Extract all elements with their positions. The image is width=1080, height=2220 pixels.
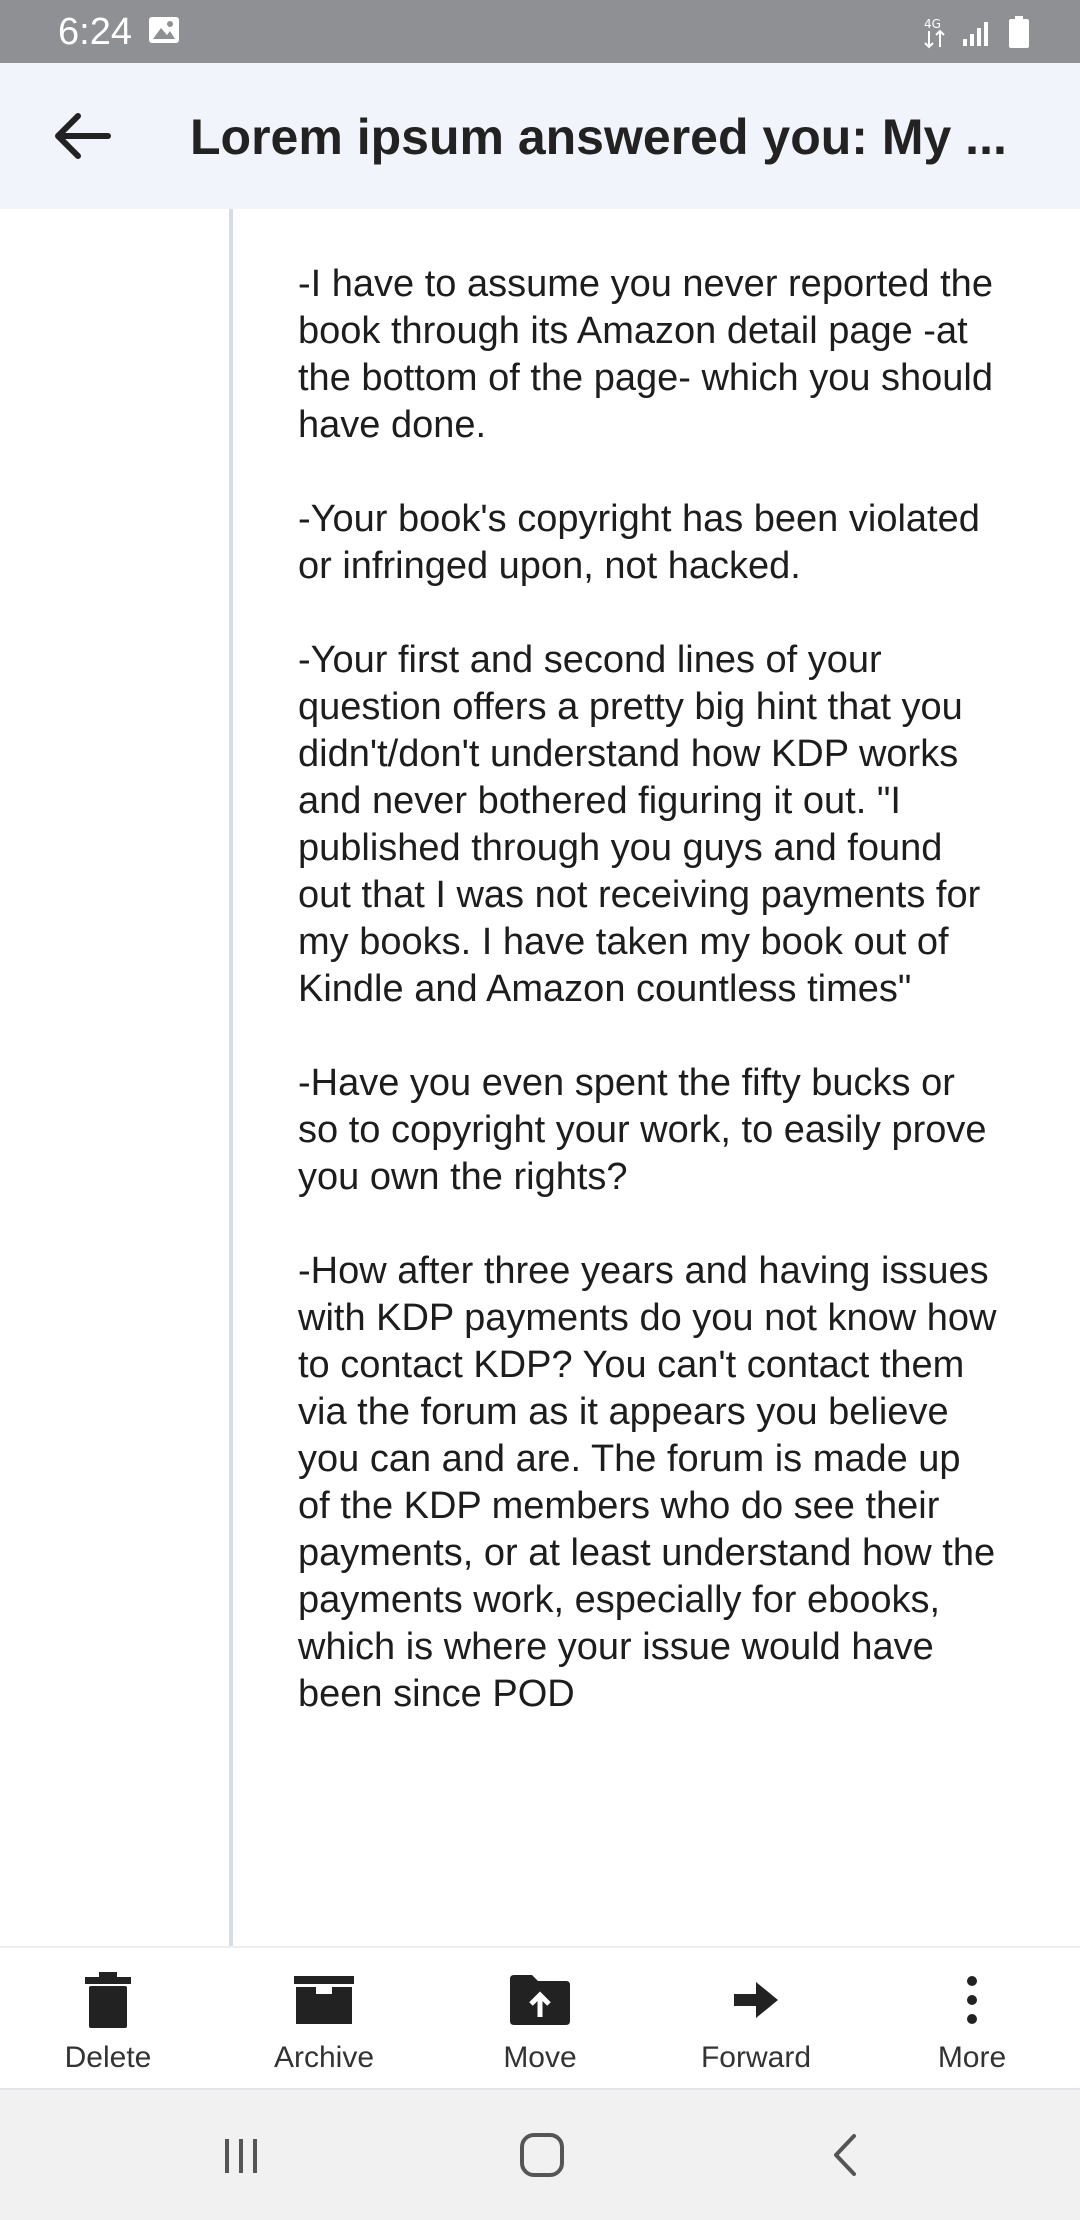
paragraph: -Have you even spent the fifty bucks or …	[298, 1062, 998, 1198]
forward-button[interactable]: Forward	[648, 1948, 864, 2092]
svg-text:4G: 4G	[924, 17, 941, 31]
data-arrows-icon: 4G	[924, 17, 945, 49]
signal-icon	[963, 22, 988, 46]
more-button[interactable]: More	[864, 1948, 1080, 2092]
paragraph: -Your book's copyright has been violated…	[298, 498, 991, 587]
archive-button[interactable]: Archive	[216, 1948, 432, 2092]
back-icon	[834, 2134, 856, 2176]
paragraph: -Your first and second lines of your que…	[298, 639, 991, 1010]
home-icon	[520, 2133, 564, 2177]
message-title: Lorem ipsum answered you: My ...	[190, 109, 1007, 165]
archive-icon	[294, 1976, 354, 2024]
gallery-icon	[149, 17, 179, 43]
trash-icon	[85, 1972, 131, 2028]
system-nav-bar	[0, 2090, 1080, 2220]
move-button[interactable]: Move	[432, 1948, 648, 2092]
back-arrow-icon	[55, 113, 111, 159]
move-label: Move	[503, 2041, 577, 2074]
quoted-text: -I have to assume you never reported the…	[298, 261, 998, 1765]
delete-label: Delete	[64, 2041, 152, 2074]
recents-button[interactable]	[196, 2120, 286, 2190]
paragraph: -I have to assume you never reported the…	[298, 263, 1004, 446]
status-icons: 4G	[922, 12, 1030, 52]
bottom-toolbar: Delete Archive Move Forward More	[0, 1946, 1080, 2090]
archive-label: Archive	[273, 2041, 375, 2074]
message-body[interactable]: -I have to assume you never reported the…	[0, 209, 1080, 1946]
home-button[interactable]	[497, 2120, 587, 2190]
more-label: More	[937, 2041, 1007, 2074]
delete-button[interactable]: Delete	[0, 1948, 216, 2092]
move-folder-icon	[510, 1975, 570, 2025]
status-bar: 6:24 4G	[0, 0, 1080, 63]
nav-back-button[interactable]	[800, 2120, 890, 2190]
forward-label: Forward	[700, 2041, 812, 2074]
forward-arrow-icon	[734, 1982, 778, 2018]
paragraph: -How after three years and having issues…	[298, 1250, 1008, 1715]
recents-icon	[225, 2139, 257, 2173]
app-bar: Lorem ipsum answered you: My ...	[0, 63, 1080, 209]
quote-bar	[229, 209, 233, 1946]
battery-icon	[1009, 16, 1029, 48]
back-button[interactable]	[40, 103, 124, 169]
more-vert-icon	[967, 1976, 977, 2024]
status-time: 6:24	[58, 11, 132, 53]
